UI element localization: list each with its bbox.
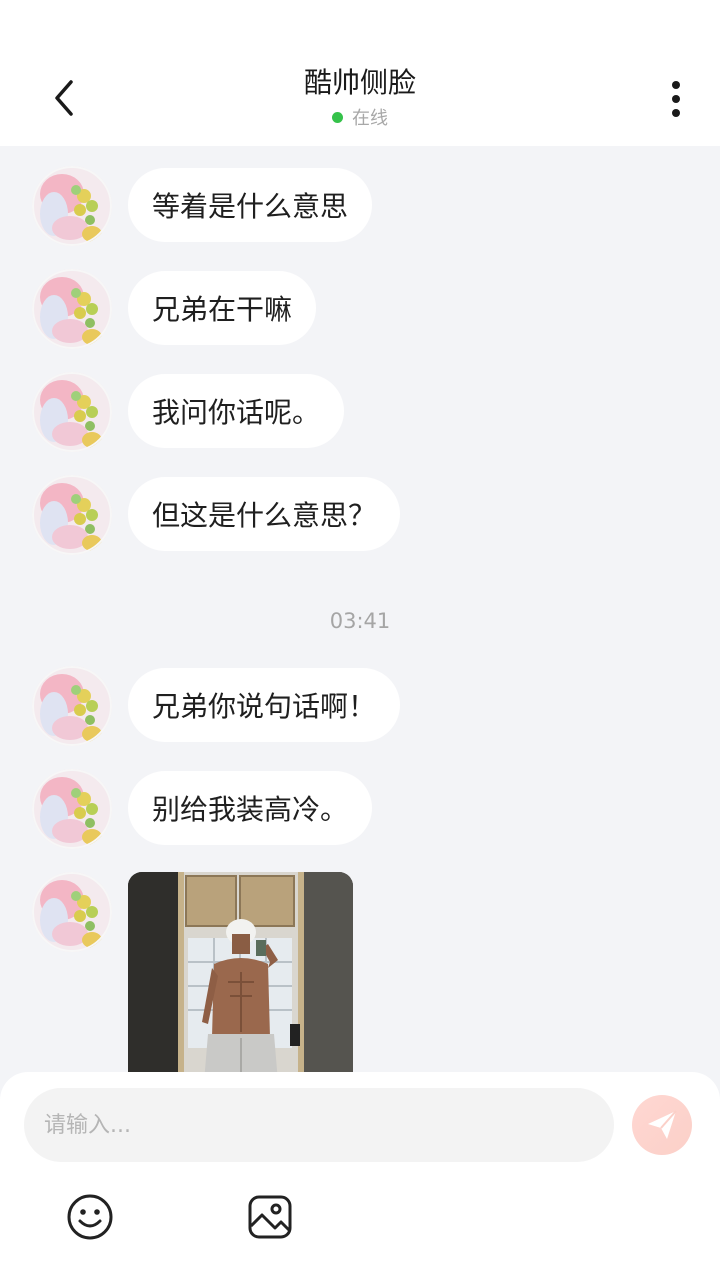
online-status-text: 在线 bbox=[352, 108, 388, 129]
send-button[interactable] bbox=[632, 1095, 692, 1155]
timestamp-separator: 03:41 bbox=[329, 609, 391, 633]
message-bubble[interactable]: 我问你话呢。 bbox=[128, 374, 345, 448]
avatar-image bbox=[32, 872, 112, 952]
online-status: 在线 bbox=[160, 104, 560, 130]
avatar[interactable] bbox=[32, 769, 112, 849]
message-list[interactable]: 等着是什么意思 兄弟在干嘛 我问你话呢。 但这是什么意思？ 03:41 兄弟你说… bbox=[0, 146, 720, 1072]
photo-message[interactable] bbox=[128, 872, 353, 1072]
avatar[interactable] bbox=[32, 475, 112, 555]
more-options-button[interactable] bbox=[652, 76, 700, 122]
online-dot-icon bbox=[332, 111, 343, 123]
smiley-icon bbox=[67, 1194, 113, 1240]
paper-plane-icon bbox=[648, 1110, 677, 1139]
back-button[interactable] bbox=[40, 72, 88, 124]
message-bubble[interactable]: 但这是什么意思？ bbox=[128, 477, 401, 551]
chat-header: 酷帅侧脸 在线 bbox=[0, 0, 720, 146]
message-bubble[interactable]: 兄弟在干嘛 bbox=[128, 271, 317, 345]
message-bubble[interactable]: 等着是什么意思 bbox=[128, 168, 373, 242]
avatar[interactable] bbox=[32, 372, 112, 452]
chevron-left-icon bbox=[55, 80, 73, 116]
avatar-image bbox=[32, 269, 112, 349]
avatar-image bbox=[32, 666, 112, 746]
chat-title: 酷帅侧脸 bbox=[303, 66, 416, 99]
avatar-image bbox=[32, 166, 112, 246]
image-button[interactable] bbox=[245, 1192, 295, 1242]
avatar-image bbox=[32, 475, 112, 555]
mirror-selfie-photo bbox=[128, 872, 353, 1072]
message-bubble[interactable]: 兄弟你说句话啊！ bbox=[128, 668, 401, 742]
avatar-image bbox=[32, 372, 112, 452]
avatar[interactable] bbox=[32, 872, 112, 952]
more-vertical-icon bbox=[672, 81, 680, 117]
emoji-button[interactable] bbox=[65, 1192, 115, 1242]
avatar[interactable] bbox=[32, 166, 112, 246]
image-icon bbox=[248, 1195, 292, 1239]
chat-title-block: 酷帅侧脸 在线 bbox=[160, 64, 560, 130]
avatar-image bbox=[32, 769, 112, 849]
avatar[interactable] bbox=[32, 269, 112, 349]
message-bubble[interactable]: 别给我装高冷。 bbox=[128, 771, 373, 845]
composer-panel bbox=[0, 1072, 720, 1280]
message-input[interactable] bbox=[24, 1088, 614, 1162]
avatar[interactable] bbox=[32, 666, 112, 746]
